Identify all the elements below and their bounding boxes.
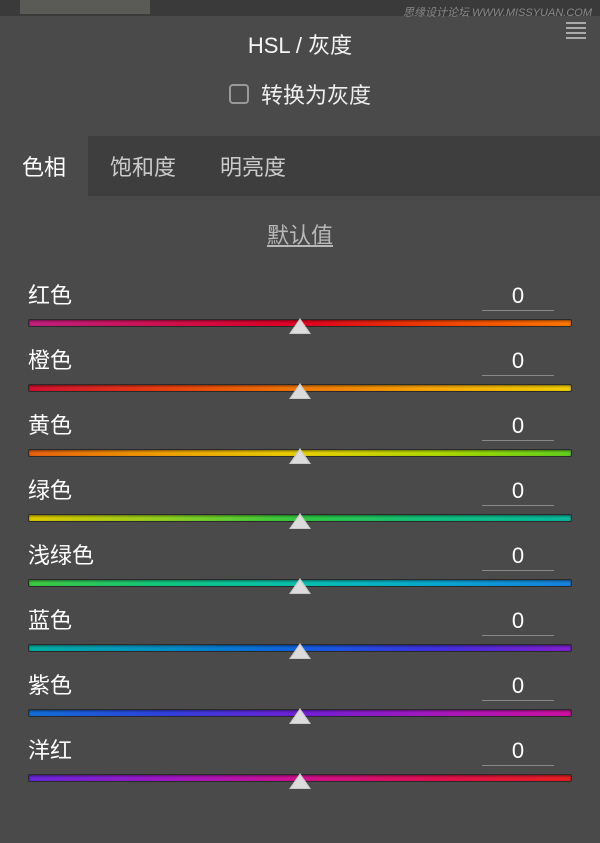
slider-value-green[interactable]: 0 xyxy=(482,478,554,506)
slider-value-aqua[interactable]: 0 xyxy=(482,543,554,571)
panel-tab-strip xyxy=(20,0,150,14)
slider-item-orange: 橙色 0 xyxy=(28,343,572,392)
tab-saturation[interactable]: 饱和度 xyxy=(88,136,198,196)
slider-header: 蓝色 0 xyxy=(28,603,572,636)
slider-label-aqua: 浅绿色 xyxy=(28,538,94,570)
convert-grayscale-checkbox[interactable] xyxy=(229,84,249,104)
slider-value-blue[interactable]: 0 xyxy=(482,608,554,636)
slider-value-orange[interactable]: 0 xyxy=(482,348,554,376)
slider-item-blue: 蓝色 0 xyxy=(28,603,572,652)
slider-track-orange[interactable] xyxy=(28,384,572,392)
slider-label-green: 绿色 xyxy=(28,473,72,505)
slider-item-purple: 紫色 0 xyxy=(28,668,572,717)
slider-label-red: 红色 xyxy=(28,278,72,310)
slider-label-purple: 紫色 xyxy=(28,668,72,700)
default-row: 默认值 xyxy=(0,196,600,278)
slider-track-magenta[interactable] xyxy=(28,774,572,782)
slider-label-yellow: 黄色 xyxy=(28,408,72,440)
slider-header: 洋红 0 xyxy=(28,733,572,766)
slider-item-green: 绿色 0 xyxy=(28,473,572,522)
default-link[interactable]: 默认值 xyxy=(267,223,333,248)
hamburger-menu-icon[interactable] xyxy=(566,22,586,39)
slider-value-purple[interactable]: 0 xyxy=(482,673,554,701)
panel-title-text: HSL / 灰度 xyxy=(248,33,352,58)
slider-header: 紫色 0 xyxy=(28,668,572,701)
slider-header: 绿色 0 xyxy=(28,473,572,506)
slider-track-yellow[interactable] xyxy=(28,449,572,457)
tab-luminance[interactable]: 明亮度 xyxy=(198,136,308,196)
slider-label-magenta: 洋红 xyxy=(28,733,72,765)
slider-label-orange: 橙色 xyxy=(28,343,72,375)
panel-header: HSL / 灰度 xyxy=(0,16,600,78)
slider-header: 红色 0 xyxy=(28,278,572,311)
slider-track-aqua[interactable] xyxy=(28,579,572,587)
adjustment-tabs: 色相 饱和度 明亮度 xyxy=(0,136,600,196)
convert-grayscale-label: 转换为灰度 xyxy=(261,78,371,110)
slider-track-green[interactable] xyxy=(28,514,572,522)
slider-value-yellow[interactable]: 0 xyxy=(482,413,554,441)
slider-item-aqua: 浅绿色 0 xyxy=(28,538,572,587)
convert-grayscale-row: 转换为灰度 xyxy=(0,78,600,136)
slider-item-yellow: 黄色 0 xyxy=(28,408,572,457)
slider-track-red[interactable] xyxy=(28,319,572,327)
tab-hue[interactable]: 色相 xyxy=(0,136,88,196)
slider-value-magenta[interactable]: 0 xyxy=(482,738,554,766)
slider-value-red[interactable]: 0 xyxy=(482,283,554,311)
slider-track-purple[interactable] xyxy=(28,709,572,717)
sliders-container: 红色 0 橙色 0 黄色 0 绿色 0 浅绿色 0 蓝色 0 紫色 0 洋红 0 xyxy=(0,278,600,782)
slider-header: 黄色 0 xyxy=(28,408,572,441)
slider-header: 浅绿色 0 xyxy=(28,538,572,571)
slider-header: 橙色 0 xyxy=(28,343,572,376)
slider-item-magenta: 洋红 0 xyxy=(28,733,572,782)
slider-label-blue: 蓝色 xyxy=(28,603,72,635)
slider-track-blue[interactable] xyxy=(28,644,572,652)
slider-item-red: 红色 0 xyxy=(28,278,572,327)
